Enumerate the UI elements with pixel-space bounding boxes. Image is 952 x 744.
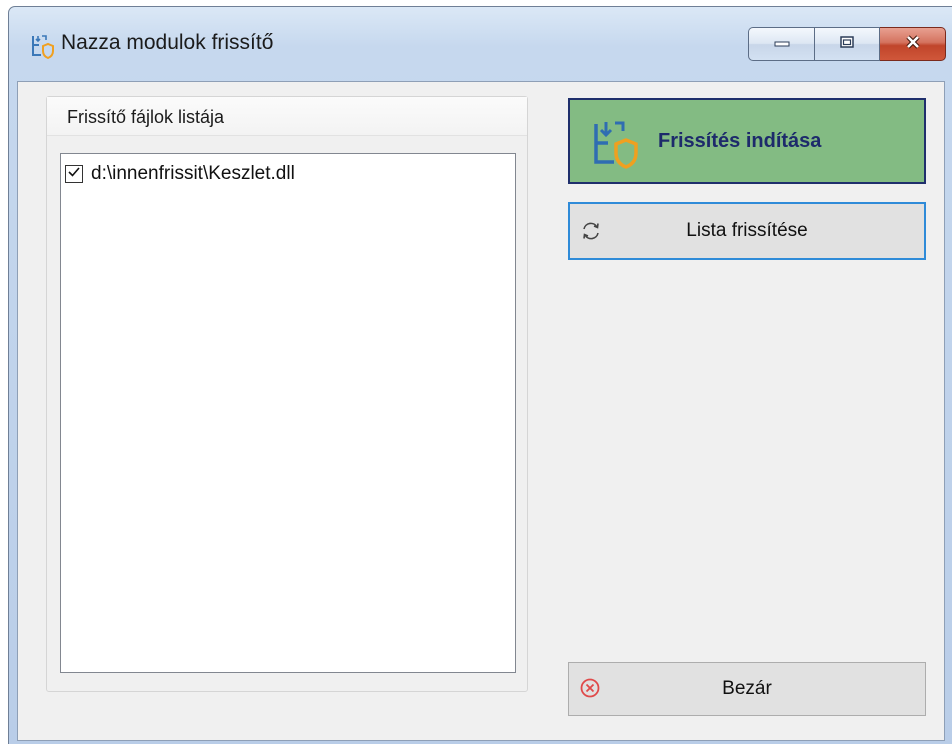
window-title: Nazza modulok frissítő [61, 31, 274, 54]
list-item[interactable]: d:\innenfrissit\Keszlet.dll [65, 162, 295, 186]
checkmark-icon [67, 165, 81, 183]
close-window-button[interactable] [880, 27, 946, 61]
app-window: Nazza modulok frissítő Frissítő fájlok l… [8, 6, 952, 744]
update-shield-icon [29, 33, 55, 60]
start-update-label: Frissítés indítása [658, 130, 822, 152]
refresh-list-button[interactable]: Lista frissítése [568, 202, 926, 260]
close-icon [903, 34, 923, 55]
file-list[interactable]: d:\innenfrissit\Keszlet.dll [60, 153, 516, 673]
maximize-button[interactable] [814, 27, 880, 61]
minimize-button[interactable] [748, 27, 814, 61]
close-label: Bezár [722, 678, 772, 699]
start-update-button[interactable]: Frissítés indítása [568, 98, 926, 184]
update-shield-icon [588, 118, 640, 170]
close-button[interactable]: Bezár [568, 662, 926, 716]
client-area: Frissítő fájlok listája d:\innenfrissit\… [17, 81, 945, 741]
file-list-group: Frissítő fájlok listája d:\innenfrissit\… [46, 96, 528, 692]
title-bar[interactable]: Nazza modulok frissítő [9, 7, 952, 87]
caption-buttons [748, 27, 946, 63]
file-list-title: Frissítő fájlok listája [67, 107, 225, 127]
minimize-icon [772, 35, 792, 53]
maximize-icon [839, 35, 855, 54]
item-checkbox[interactable] [65, 165, 83, 183]
file-list-header: Frissítő fájlok listája [47, 97, 527, 136]
refresh-list-label: Lista frissítése [686, 220, 808, 241]
item-path: d:\innenfrissit\Keszlet.dll [91, 163, 295, 184]
